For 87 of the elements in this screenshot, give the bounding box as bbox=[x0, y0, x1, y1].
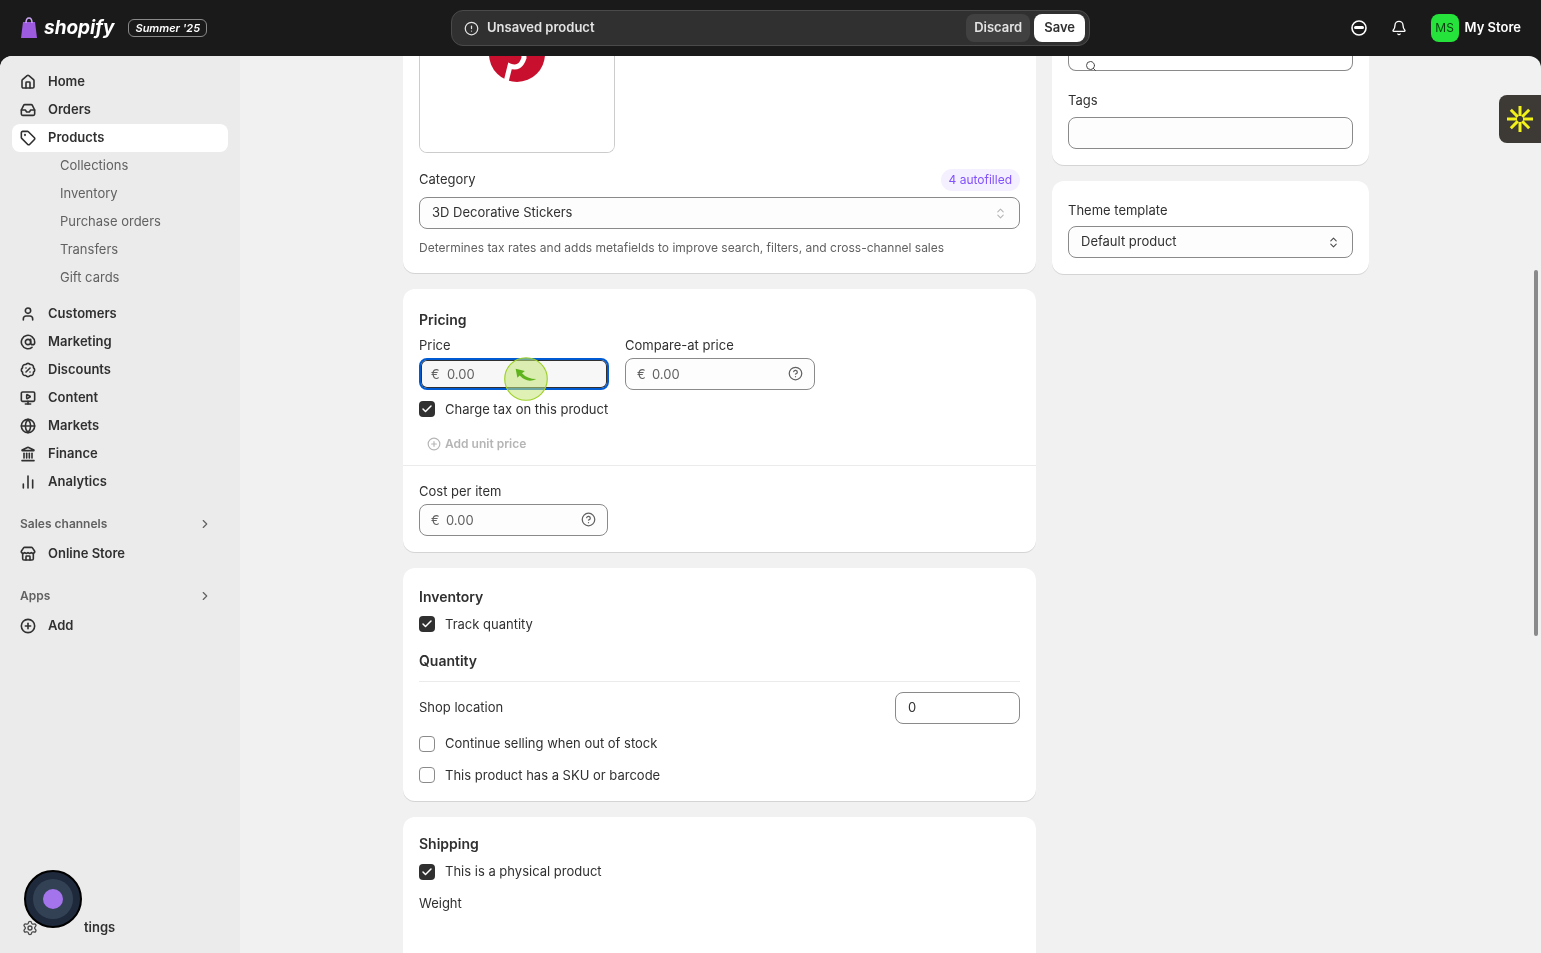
nav-item[interactable]: Analytics bbox=[12, 468, 228, 496]
template-select[interactable]: Default product bbox=[1068, 226, 1353, 258]
bank-icon bbox=[20, 446, 36, 462]
edition-badge: Summer '25 bbox=[128, 18, 208, 38]
globe-icon bbox=[20, 418, 36, 434]
search-field[interactable] bbox=[1068, 56, 1353, 71]
checkbox-label: Track quantity bbox=[445, 614, 533, 634]
save-button[interactable]: Save bbox=[1034, 14, 1085, 42]
checkbox-label: Charge tax on this product bbox=[445, 399, 609, 419]
nav-item[interactable]: Content bbox=[12, 384, 228, 412]
notice-text: Unsaved product bbox=[487, 18, 596, 38]
scrollbar[interactable] bbox=[1534, 270, 1538, 636]
inbox-icon bbox=[20, 102, 36, 118]
assistant-button[interactable] bbox=[24, 870, 82, 928]
nav-item[interactable]: Finance bbox=[12, 440, 228, 468]
home-icon bbox=[20, 74, 36, 90]
store-icon bbox=[20, 546, 36, 562]
nav-subitem[interactable]: Gift cards bbox=[12, 264, 228, 292]
nav-subitem[interactable]: Purchase orders bbox=[12, 208, 228, 236]
checkbox[interactable] bbox=[419, 735, 435, 752]
checkbox[interactable] bbox=[419, 863, 435, 880]
store-name[interactable]: My Store bbox=[1464, 18, 1521, 38]
checkbox-label: This is a physical product bbox=[445, 862, 602, 881]
currency-symbol: € bbox=[637, 364, 646, 383]
asterisk-icon bbox=[1506, 105, 1534, 133]
field-label: Weight bbox=[419, 893, 463, 913]
checkbox-label: Continue selling when out of stock bbox=[445, 734, 658, 753]
card-title: Quantity bbox=[419, 651, 479, 671]
card-title: Pricing bbox=[419, 310, 468, 330]
select-arrows-icon bbox=[1327, 235, 1340, 249]
nav-item[interactable]: Home bbox=[12, 68, 228, 96]
field-label: Price bbox=[419, 336, 452, 355]
tag-icon bbox=[20, 130, 36, 146]
quantity-field[interactable]: 0 bbox=[895, 692, 1020, 724]
autofilled-badge: 4 autofilled bbox=[940, 169, 1020, 191]
currency-symbol: € bbox=[431, 364, 440, 383]
field-label: Shop location bbox=[419, 698, 504, 718]
percent-badge-icon bbox=[20, 362, 36, 378]
category-select[interactable]: 3D Decorative Stickers bbox=[419, 197, 1020, 229]
bar-chart-icon bbox=[20, 474, 36, 490]
tags-field[interactable] bbox=[1068, 116, 1353, 149]
currency-symbol: € bbox=[431, 510, 440, 529]
nav-item[interactable]: Markets bbox=[12, 412, 228, 440]
search-icon bbox=[1085, 60, 1097, 72]
field-label: Tags bbox=[1068, 91, 1099, 110]
help-icon[interactable] bbox=[581, 511, 596, 527]
field-label: Theme template bbox=[1068, 200, 1169, 220]
shopping-bag-logo-icon bbox=[20, 17, 38, 39]
nav-item[interactable]: Customers bbox=[12, 300, 228, 328]
widget-button[interactable] bbox=[1499, 95, 1541, 143]
field-label: Compare-at price bbox=[625, 336, 735, 355]
checkbox[interactable] bbox=[419, 767, 435, 784]
nav-item[interactable]: Discounts bbox=[12, 356, 228, 384]
nav-item[interactable]: Marketing bbox=[12, 328, 228, 356]
check-icon bbox=[421, 865, 433, 878]
checkbox[interactable] bbox=[419, 616, 435, 633]
field-label: Cost per item bbox=[419, 482, 503, 501]
nav-item[interactable]: Add bbox=[12, 612, 228, 640]
click-hint-tooltip bbox=[503, 356, 549, 402]
gear-icon[interactable] bbox=[22, 920, 38, 936]
card-title: Shipping bbox=[419, 834, 480, 854]
nav-item[interactable]: Online Store bbox=[12, 540, 228, 568]
brand-name: shopify bbox=[44, 14, 115, 41]
card-title: Inventory bbox=[419, 586, 485, 607]
checkbox[interactable] bbox=[419, 401, 435, 418]
nav-subitem[interactable]: Transfers bbox=[12, 236, 228, 264]
plus-circle-icon bbox=[427, 437, 441, 451]
field-label: Category bbox=[419, 170, 476, 190]
store-avatar[interactable]: MS bbox=[1430, 14, 1459, 42]
discard-button[interactable]: Discard bbox=[966, 14, 1031, 42]
section-heading: Apps bbox=[20, 587, 51, 605]
nav-subitem[interactable]: Inventory bbox=[12, 180, 228, 208]
nav-item[interactable]: tings bbox=[84, 918, 116, 938]
alert-icon bbox=[464, 20, 479, 36]
nav-item[interactable]: Products bbox=[12, 124, 228, 152]
checkbox-label: This product has a SKU or barcode bbox=[445, 765, 661, 785]
nav-subitem[interactable]: Collections bbox=[12, 152, 228, 180]
at-sign-icon bbox=[20, 334, 36, 350]
section-heading: Sales channels bbox=[20, 515, 108, 533]
plus-circle-icon bbox=[20, 618, 36, 634]
bell-icon[interactable] bbox=[1390, 20, 1407, 36]
select-arrows-icon bbox=[994, 206, 1007, 220]
help-icon[interactable] bbox=[788, 365, 803, 381]
nav-item[interactable]: Orders bbox=[12, 96, 228, 124]
monitor-icon bbox=[20, 390, 36, 406]
person-icon bbox=[20, 306, 36, 322]
help-text: Determines tax rates and adds metafields to improve search, filters, and cross-channel sales bbox=[419, 239, 946, 257]
